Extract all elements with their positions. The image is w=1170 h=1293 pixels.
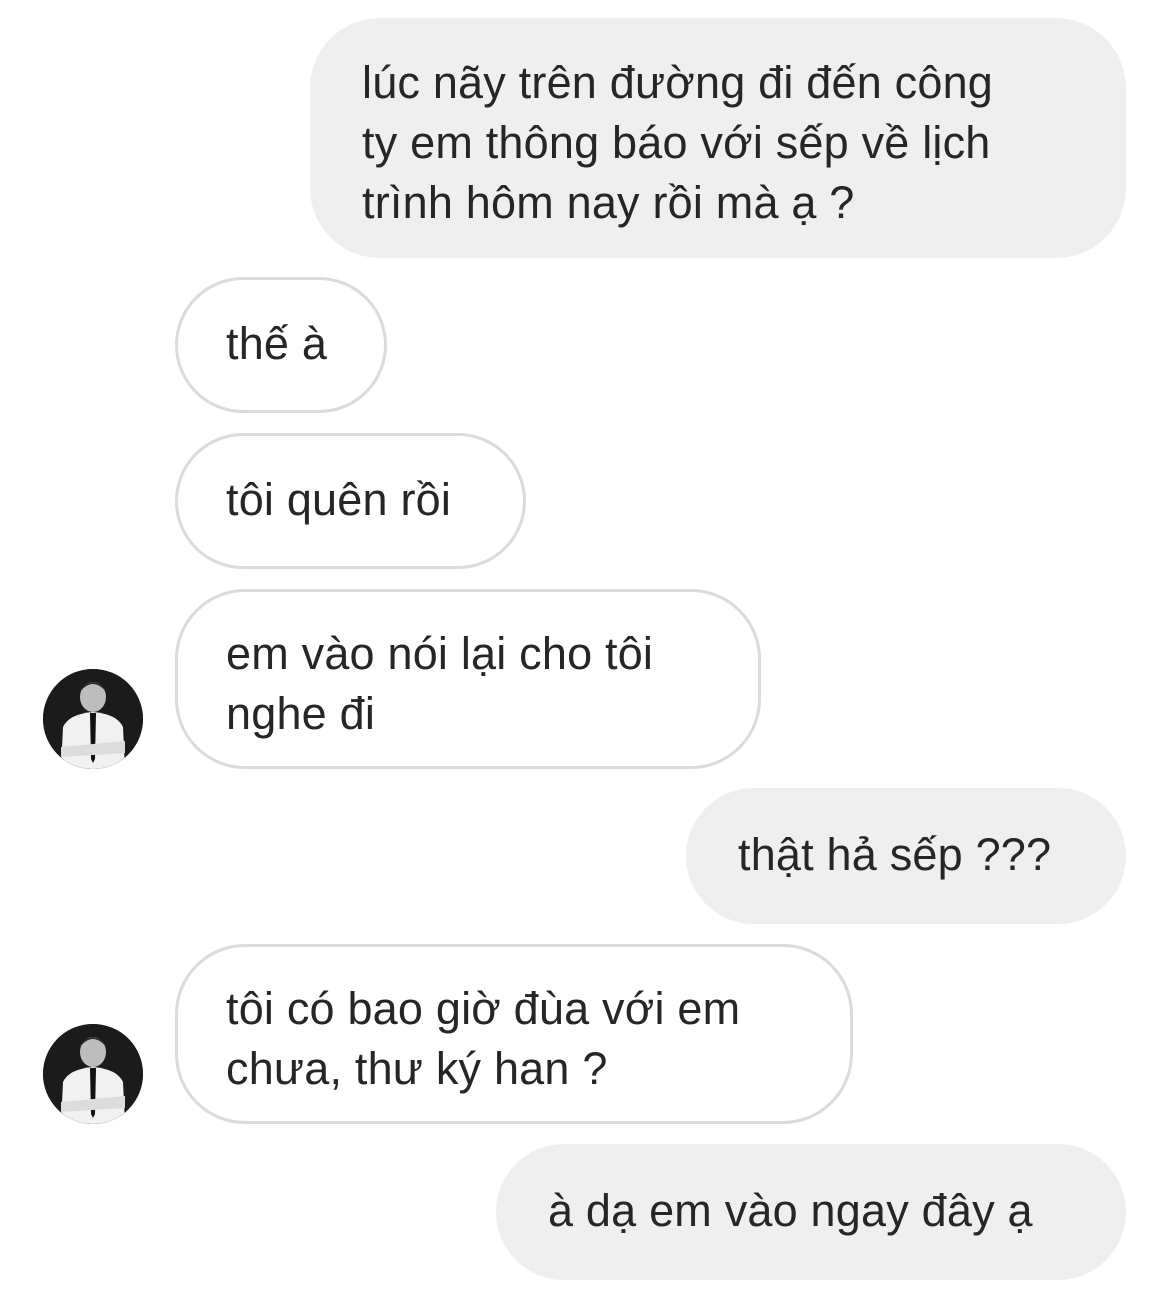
contact-avatar[interactable]: [43, 669, 143, 769]
message-bubble-received[interactable]: thế à: [175, 277, 387, 413]
message-bubble-sent[interactable]: thật hả sếp ???: [686, 788, 1126, 924]
avatar-photo-icon: [43, 669, 143, 769]
contact-avatar[interactable]: [43, 1024, 143, 1124]
message-bubble-received[interactable]: tôi quên rồi: [175, 433, 526, 569]
message-bubble-sent[interactable]: à dạ em vào ngay đây ạ: [496, 1144, 1126, 1280]
avatar-photo-icon: [43, 1024, 143, 1124]
message-bubble-received[interactable]: em vào nói lại cho tôi nghe đi: [175, 589, 761, 769]
message-thread: lúc nãy trên đường đi đến công ty em thô…: [0, 0, 1170, 1293]
message-bubble-received[interactable]: tôi có bao giờ đùa với em chưa, thư ký h…: [175, 944, 853, 1124]
message-bubble-sent[interactable]: lúc nãy trên đường đi đến công ty em thô…: [310, 18, 1126, 258]
